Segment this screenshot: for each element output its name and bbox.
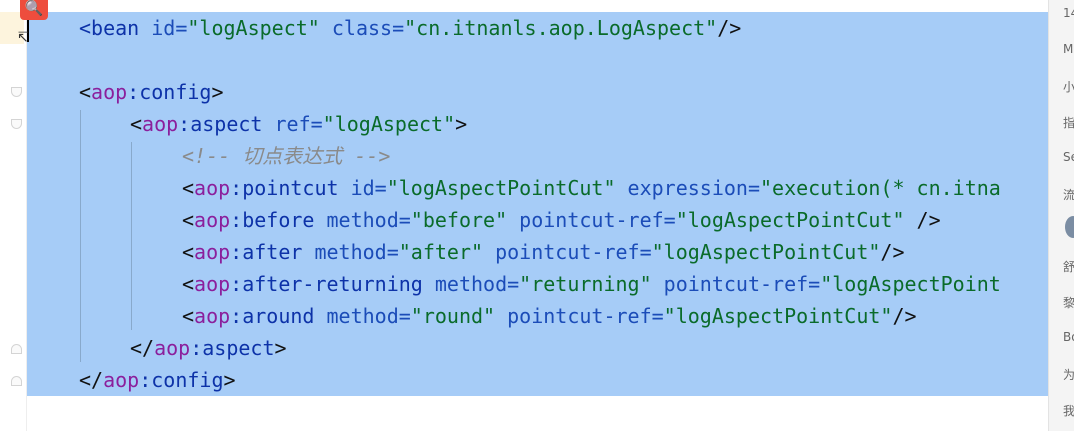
code-token: class= xyxy=(331,16,405,40)
code-token: method= xyxy=(434,272,520,296)
code-line[interactable]: <aop:pointcut id="logAspectPointCut" exp… xyxy=(182,172,1001,204)
code-token: pointcut-ref= xyxy=(519,208,676,232)
code-token: aop xyxy=(154,336,191,360)
code-token: :aspect xyxy=(178,112,275,136)
code-token: aop xyxy=(103,368,140,392)
code-token: /> xyxy=(916,208,941,232)
code-line[interactable]: </aop:config> xyxy=(79,364,236,396)
side-panel-item[interactable]: Se xyxy=(1063,150,1074,164)
search-icon[interactable]: 🔍 xyxy=(20,0,48,20)
code-token: "logAspectPointCut" xyxy=(663,304,893,328)
avatar-icon xyxy=(1065,216,1074,238)
code-token: "before" xyxy=(410,208,520,232)
code-token: pointcut-ref= xyxy=(495,240,652,264)
code-token: /> xyxy=(880,240,905,264)
code-line[interactable]: <aop:around method="round" pointcut-ref=… xyxy=(182,300,917,332)
code-token: aop xyxy=(194,304,231,328)
code-line[interactable]: </aop:aspect> xyxy=(130,332,287,364)
side-panel-item[interactable]: 舒 xyxy=(1063,258,1074,275)
code-token: :aspect xyxy=(190,336,275,360)
right-side-panel: 14 M 小指 Se 流舒黎 Bo 为我 xyxy=(1048,0,1074,431)
code-token: method= xyxy=(326,208,411,232)
code-token: < xyxy=(182,272,195,296)
side-panel-item[interactable]: 为 xyxy=(1063,366,1074,383)
code-token: "returning" xyxy=(519,272,664,296)
code-token: method= xyxy=(326,304,411,328)
code-token: < xyxy=(182,176,195,200)
code-token: aop xyxy=(91,80,128,104)
code-token: < xyxy=(182,240,195,264)
code-token: pointcut-ref= xyxy=(663,272,821,296)
code-token: /> xyxy=(717,16,742,40)
mouse-cursor-icon: ↸ xyxy=(17,30,29,46)
code-area[interactable]: <bean id="logAspect" class="cn.itnanls.a… xyxy=(27,12,1048,402)
code-token: "round" xyxy=(410,304,508,328)
fold-close-icon[interactable] xyxy=(11,376,22,386)
side-panel-item[interactable]: M xyxy=(1063,42,1073,56)
code-token: "after" xyxy=(398,240,496,264)
code-token: pointcut-ref= xyxy=(507,304,664,328)
code-token: "logAspectPointCut" xyxy=(386,176,628,200)
code-token: :after-returning xyxy=(230,272,435,296)
code-token: < xyxy=(79,80,92,104)
code-token: </ xyxy=(79,368,104,392)
code-token: "logAspect" xyxy=(187,16,332,40)
code-line[interactable]: <aop:aspect ref="logAspect"> xyxy=(130,108,467,140)
side-panel-item[interactable]: 黎 xyxy=(1063,294,1074,311)
fold-open-icon[interactable] xyxy=(11,119,22,129)
code-token: </ xyxy=(130,336,155,360)
code-token: method= xyxy=(314,240,399,264)
code-token: > xyxy=(211,80,224,104)
code-line[interactable]: <bean id="logAspect" class="cn.itnanls.a… xyxy=(79,12,741,44)
code-token: <!-- 切点表达式 --> xyxy=(182,144,391,168)
code-line[interactable]: <aop:after method="after" pointcut-ref="… xyxy=(182,236,905,268)
code-token: aop xyxy=(194,176,231,200)
code-token: <bean xyxy=(79,16,152,40)
code-token: > xyxy=(455,112,468,136)
code-token: :around xyxy=(230,304,327,328)
code-line[interactable]: <!-- 切点表达式 --> xyxy=(182,140,390,172)
code-token: /> xyxy=(892,304,917,328)
code-token: "logAspect" xyxy=(322,112,456,136)
side-panel-item[interactable]: 小 xyxy=(1063,78,1074,95)
code-line[interactable]: <aop:config> xyxy=(79,76,224,108)
code-token: id= xyxy=(151,16,188,40)
code-token: :before xyxy=(230,208,327,232)
code-token: aop xyxy=(194,208,231,232)
side-panel-item[interactable]: 指 xyxy=(1063,114,1074,131)
code-token: < xyxy=(130,112,143,136)
code-token: > xyxy=(223,368,236,392)
code-token: "execution(* cn.itna xyxy=(760,176,1001,200)
side-panel-item[interactable]: 14 xyxy=(1063,6,1074,20)
code-token: > xyxy=(274,336,287,360)
code-token: "logAspectPointCut" xyxy=(651,240,881,264)
code-token: < xyxy=(182,304,195,328)
fold-open-icon[interactable] xyxy=(11,87,22,97)
code-token: "logAspectPointCut" xyxy=(675,208,917,232)
code-token: aop xyxy=(142,112,179,136)
code-token: :pointcut xyxy=(230,176,351,200)
code-token: "cn.itnanls.aop.LogAspect" xyxy=(404,16,718,40)
fold-close-icon[interactable] xyxy=(11,344,22,354)
code-token: :config xyxy=(127,80,212,104)
code-token: expression= xyxy=(627,176,760,200)
code-token: aop xyxy=(194,240,231,264)
code-token: aop xyxy=(194,272,231,296)
code-editor[interactable]: <bean id="logAspect" class="cn.itnanls.a… xyxy=(0,0,1048,431)
code-token: :after xyxy=(230,240,315,264)
code-token: id= xyxy=(350,176,387,200)
code-token: ref= xyxy=(274,112,323,136)
code-token: :config xyxy=(139,368,224,392)
side-panel-item[interactable]: 流 xyxy=(1063,186,1074,203)
side-panel-item[interactable]: Bo xyxy=(1063,330,1074,344)
code-token: "logAspectPoint xyxy=(820,272,1001,296)
code-token: < xyxy=(182,208,195,232)
editor-gutter xyxy=(0,0,27,431)
side-panel-item[interactable]: 我 xyxy=(1063,402,1074,419)
code-line[interactable]: <aop:after-returning method="returning" … xyxy=(182,268,1001,300)
code-line[interactable]: <aop:before method="before" pointcut-ref… xyxy=(182,204,941,236)
